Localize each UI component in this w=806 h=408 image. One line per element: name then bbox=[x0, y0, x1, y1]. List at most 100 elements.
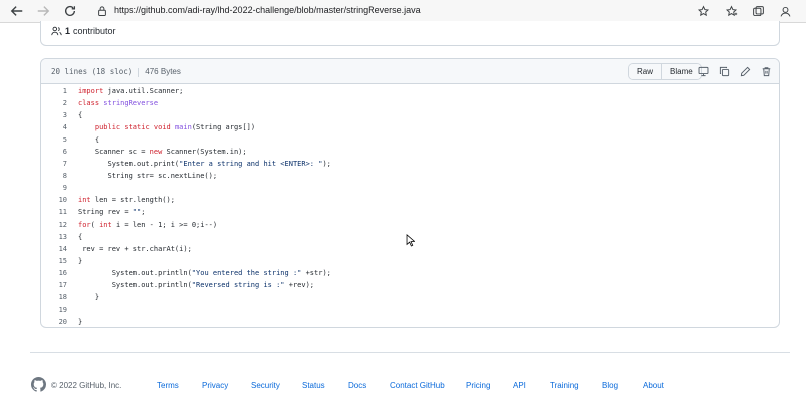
code-line: 9 bbox=[41, 182, 779, 194]
code-text: for( int i = len - 1; i >= 0;i--) bbox=[78, 220, 218, 229]
code-text: rev = rev + str.charAt(i); bbox=[78, 244, 192, 253]
address-bar[interactable]: https://github.com/adi-ray/lhd-2022-chal… bbox=[88, 2, 716, 21]
line-number[interactable]: 3 bbox=[41, 111, 67, 119]
code-line: 7 System.out.print("Enter a string and h… bbox=[41, 158, 779, 170]
contributors-box: 1 contributor bbox=[40, 21, 780, 46]
blame-button[interactable]: Blame bbox=[661, 64, 701, 79]
footer-link-terms[interactable]: Terms bbox=[157, 381, 179, 390]
line-number[interactable]: 4 bbox=[41, 123, 67, 131]
code-text: { bbox=[78, 232, 83, 241]
line-number[interactable]: 5 bbox=[41, 136, 67, 144]
footer-link-privacy[interactable]: Privacy bbox=[202, 381, 228, 390]
footer-link-security[interactable]: Security bbox=[251, 381, 280, 390]
footer-link-contact[interactable]: Contact GitHub bbox=[390, 381, 445, 390]
line-number[interactable]: 9 bbox=[41, 184, 67, 192]
code-text: } bbox=[78, 257, 83, 266]
code-text: class stringReverse bbox=[78, 99, 159, 108]
trash-icon[interactable] bbox=[760, 65, 773, 78]
code-text: Scanner sc = new Scanner(System.in); bbox=[78, 147, 247, 156]
footer-link-docs[interactable]: Docs bbox=[348, 381, 366, 390]
collections-icon[interactable] bbox=[750, 3, 766, 19]
url-text: https://github.com/adi-ray/lhd-2022-chal… bbox=[114, 5, 421, 15]
raw-blame-group: Raw Blame bbox=[628, 63, 702, 80]
favorites-icon[interactable] bbox=[723, 3, 739, 19]
line-number[interactable]: 11 bbox=[41, 208, 67, 216]
code-line: 17 System.out.println("Reversed string i… bbox=[41, 279, 779, 291]
footer-link-status[interactable]: Status bbox=[302, 381, 325, 390]
code-text: public static void main(String args[]) bbox=[94, 123, 256, 132]
mouse-cursor-icon bbox=[406, 234, 415, 247]
code-line: 3{ bbox=[41, 109, 779, 121]
copy-icon[interactable] bbox=[718, 65, 731, 78]
footer-link-api[interactable]: API bbox=[513, 381, 526, 390]
line-number[interactable]: 19 bbox=[41, 306, 67, 314]
code-line: 2 class stringReverse bbox=[41, 97, 779, 109]
browser-toolbar: https://github.com/adi-ray/lhd-2022-chal… bbox=[0, 0, 806, 23]
code-line: 6 Scanner sc = new Scanner(System.in); bbox=[41, 146, 779, 158]
code-text: String str= sc.nextLine(); bbox=[78, 172, 218, 181]
line-number[interactable]: 6 bbox=[41, 148, 67, 156]
footer-link-training[interactable]: Training bbox=[550, 381, 579, 390]
people-icon bbox=[51, 26, 62, 36]
line-number[interactable]: 20 bbox=[41, 318, 67, 326]
back-arrow-icon[interactable] bbox=[8, 2, 26, 20]
file-info: 20 lines (18 sloc) 476 Bytes bbox=[51, 67, 181, 77]
code-line: 16 System.out.println("You entered the s… bbox=[41, 267, 779, 279]
code-text: System.out.print("Enter a string and hit… bbox=[78, 159, 331, 168]
line-number[interactable]: 1 bbox=[41, 87, 67, 95]
code-line: 10 int len = str.length(); bbox=[41, 194, 779, 206]
line-count: 20 lines (18 sloc) bbox=[51, 67, 133, 76]
code-line: 5 { bbox=[41, 134, 779, 146]
raw-button[interactable]: Raw bbox=[629, 64, 662, 79]
lock-icon bbox=[98, 6, 106, 16]
code-text: import java.util.Scanner; bbox=[78, 87, 184, 96]
line-number[interactable]: 7 bbox=[41, 160, 67, 168]
reload-icon[interactable] bbox=[61, 2, 79, 20]
code-text: { bbox=[78, 111, 83, 120]
github-logo-icon[interactable] bbox=[31, 377, 46, 392]
line-number[interactable]: 12 bbox=[41, 221, 67, 229]
line-number[interactable]: 14 bbox=[41, 245, 67, 253]
code-text: String rev = ""; bbox=[78, 208, 146, 217]
reader-mode-icon[interactable] bbox=[695, 3, 711, 19]
code-line: 19 bbox=[41, 304, 779, 316]
code-table: 1 import java.util.Scanner; 2 class stringR… bbox=[41, 85, 779, 327]
contributor-label: contributor bbox=[73, 26, 116, 36]
code-text: System.out.println("Reversed string is :… bbox=[78, 281, 315, 290]
file-header: 20 lines (18 sloc) 476 Bytes Raw Blame bbox=[41, 59, 779, 84]
profile-icon[interactable] bbox=[777, 3, 793, 19]
file-size: 476 Bytes bbox=[145, 67, 181, 76]
pencil-icon[interactable] bbox=[739, 65, 752, 78]
forward-arrow-icon[interactable] bbox=[34, 2, 52, 20]
line-number[interactable]: 2 bbox=[41, 99, 67, 107]
footer-link-blog[interactable]: Blog bbox=[602, 381, 618, 390]
code-line: 18 } bbox=[41, 291, 779, 303]
code-text: } bbox=[78, 317, 83, 326]
code-line: 12 for( int i = len - 1; i >= 0;i--) bbox=[41, 219, 779, 231]
code-text: { bbox=[78, 135, 100, 144]
divider bbox=[138, 67, 140, 77]
line-number[interactable]: 17 bbox=[41, 281, 67, 289]
line-number[interactable]: 15 bbox=[41, 257, 67, 265]
code-line: 20} bbox=[41, 316, 779, 327]
code-line: 15} bbox=[41, 255, 779, 267]
contributors-link[interactable]: 1 contributor bbox=[51, 26, 116, 36]
footer-copyright: © 2022 GitHub, Inc. bbox=[51, 381, 122, 390]
footer-link-about[interactable]: About bbox=[643, 381, 664, 390]
footer-divider bbox=[30, 352, 790, 353]
line-number[interactable]: 10 bbox=[41, 196, 67, 204]
code-text: } bbox=[78, 293, 100, 302]
line-number[interactable]: 16 bbox=[41, 269, 67, 277]
line-number[interactable]: 8 bbox=[41, 172, 67, 180]
code-line: 8 String str= sc.nextLine(); bbox=[41, 170, 779, 182]
contributor-count: 1 bbox=[65, 26, 71, 36]
code-text: System.out.println("You entered the stri… bbox=[78, 269, 331, 278]
footer-link-pricing[interactable]: Pricing bbox=[466, 381, 490, 390]
code-line: 4 public static void main(String args[]) bbox=[41, 121, 779, 133]
line-number[interactable]: 13 bbox=[41, 233, 67, 241]
file-viewer: 20 lines (18 sloc) 476 Bytes Raw Blame 1 i… bbox=[40, 58, 780, 328]
line-number[interactable]: 18 bbox=[41, 293, 67, 301]
code-line: 11 String rev = ""; bbox=[41, 206, 779, 218]
code-line: 1 import java.util.Scanner; bbox=[41, 85, 779, 97]
desktop-icon[interactable] bbox=[697, 65, 710, 78]
